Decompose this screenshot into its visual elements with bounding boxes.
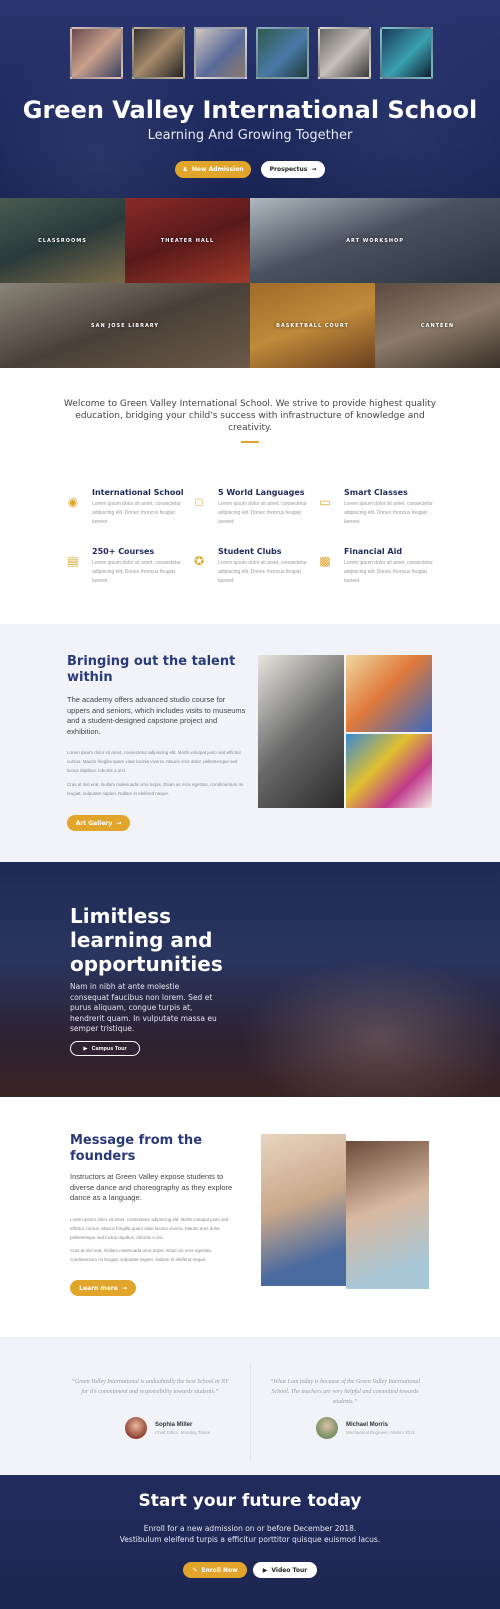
language-icon: □ [195,495,203,509]
laptop-icon: ▭ [319,495,331,509]
enroll-now-label: Enroll Now [201,1566,238,1574]
feature-title: Financial Aid [344,547,403,556]
limitless-title: Limitless learning and opportunities [70,904,223,976]
prospectus-label: Prospectus [269,166,308,173]
testimonial-quote: “Green Valley International is undoubted… [71,1379,229,1395]
gallery-label: ART WORKSHOP [346,237,404,244]
feature-text: Lorem ipsum dolor sit amet, consectetur … [92,560,181,584]
feature-text: Lorem ipsum dolor sit amet, consectetur … [344,560,433,584]
campus-tour-button[interactable]: ▶ Campus Tour [70,1041,140,1056]
founders-section: Message from the founders Instructors at… [0,1097,500,1337]
limitless-section: Limitless learning and opportunities Nam… [0,862,500,1097]
talent-paragraph: Cras at nisl erat. Nullam malesuada urna… [67,782,244,796]
campus-tour-label: Campus Tour [91,1045,127,1052]
testimonial-quote: “What I am today is because of the Green… [269,1379,421,1405]
testimonial-author: Sophia Miller Chief Editor, Monday Times [125,1417,210,1439]
divider [241,441,259,443]
gallery-tile-theater-hall[interactable]: THEATER HALL [125,198,250,283]
gallery-label: THEATER HALL [160,237,215,244]
feature-title: Smart Classes [344,488,408,497]
cta-section: Start your future today Enroll for a new… [0,1475,500,1609]
book-icon: ▤ [67,554,79,568]
talent-section: Bringing out the talent within The acade… [0,624,500,862]
arrow-right-icon: → [311,166,317,173]
video-tour-button[interactable]: ▶ Video Tour [253,1562,317,1578]
gallery-tile-art-workshop[interactable]: ART WORKSHOP [250,198,500,283]
hero-thumbnails [70,27,433,79]
talent-paragraph: Lorem ipsum dolor sit amet, consectetur … [67,750,241,773]
founders-title: Message from the founders [70,1133,203,1164]
pencil-icon: ✎ [192,1566,198,1574]
star-badge-icon: ✪ [193,554,205,568]
founder-photo-man [261,1134,346,1286]
hero-thumb-5[interactable] [318,27,371,79]
founders-lead: Instructors at Green Valley expose stude… [70,1172,233,1202]
feature-text: Lorem ipsum dolor sit amet, consectetur … [218,501,307,525]
new-admission-label: New Admission [191,166,244,173]
cta-line-1: Enroll for a new admission on or before … [143,1524,357,1533]
hero-thumb-1[interactable] [70,27,123,79]
enroll-now-button[interactable]: ✎ Enroll Now [183,1562,247,1578]
avatar [125,1417,147,1439]
feature-title: 5 World Languages [218,488,305,497]
feature-title: Student Clubs [218,547,282,556]
play-icon: ▶ [83,1045,88,1052]
founders-paragraph: Cras at nisl erat. Nullam malesuada urna… [70,1248,213,1262]
talent-lead: The academy offers advanced studio cours… [67,695,246,736]
gallery-tile-classrooms[interactable]: CLASSROOMS [0,198,125,283]
gallery-label: BASKETBALL COURT [276,322,349,329]
gallery-label: CANTEEN [420,322,455,329]
avatar [316,1417,338,1439]
founders-paragraph: Lorem ipsum dolor sit amet, consectetur … [70,1217,229,1240]
author-name: Sophia Miller [155,1421,193,1428]
talent-title: Bringing out the talent within [67,654,236,685]
user-icon: ♟ [182,166,188,173]
author-role: Mechanical Engineer, Alumni 2015 [346,1429,416,1435]
testimonial-author: Michael Morris Mechanical Engineer, Alum… [316,1417,415,1439]
money-icon: ▩ [319,554,331,568]
gallery-tile-canteen[interactable]: CANTEEN [375,283,500,368]
feature-title: 250+ Courses [92,547,155,556]
hero-thumb-4[interactable] [256,27,309,79]
hero-thumb-2[interactable] [132,27,185,79]
feature-text: Lorem ipsum dolor sit amet, consectetur … [92,501,181,525]
cta-title: Start your future today [138,1491,362,1511]
play-icon: ▶ [262,1566,268,1574]
ballet-stage-image [230,952,500,1097]
gallery-label: SAN JOSE LIBRARY [90,322,160,329]
hero-title: Green Valley International School [22,96,478,124]
learn-more-button[interactable]: Learn more → [70,1280,136,1296]
art-gallery-label: Art Gallery [75,819,113,827]
prospectus-button[interactable]: Prospectus → [261,161,325,178]
author-role: Chief Editor, Monday Times [155,1429,211,1435]
limitless-text: Nam in nibh at ante molestie consequat f… [70,982,217,1033]
video-tour-label: Video Tour [271,1566,308,1574]
founder-photo-woman [346,1141,429,1289]
globe-icon: ◉ [67,495,79,509]
arrow-right-icon: → [116,819,122,827]
gallery-label: CLASSROOMS [38,237,87,244]
hero-section: Green Valley International School Learni… [0,0,500,198]
feature-text: Lorem ipsum dolor sit amet, consectetur … [218,560,307,584]
art-gallery-button[interactable]: Art Gallery → [67,815,130,831]
feature-title: International School [92,488,184,497]
welcome-text: Welcome to Green Valley International Sc… [63,399,437,433]
testimonials-section: “Green Valley International is undoubted… [0,1337,500,1475]
author-name: Michael Morris [346,1421,389,1428]
cta-line-2: Vestibulum eleifend turpis a efficitur p… [119,1535,381,1544]
gallery-tile-basketball-court[interactable]: BASKETBALL COURT [250,283,375,368]
facilities-gallery: CLASSROOMS THEATER HALL ART WORKSHOP SAN… [0,198,500,368]
arrow-right-icon: → [121,1284,127,1292]
learn-more-label: Learn more [79,1284,118,1292]
new-admission-button[interactable]: ♟ New Admission [175,161,251,178]
feature-text: Lorem ipsum dolor sit amet, consectetur … [344,501,433,525]
cta-text: Enroll for a new admission on or before … [0,1523,500,1545]
hero-thumb-3[interactable] [194,27,247,79]
testimonial-divider [250,1362,251,1462]
hero-subtitle: Learning And Growing Together [147,128,353,143]
gallery-tile-library[interactable]: SAN JOSE LIBRARY [0,283,250,368]
art-collage-image [258,655,432,808]
hero-thumb-6[interactable] [380,27,433,79]
